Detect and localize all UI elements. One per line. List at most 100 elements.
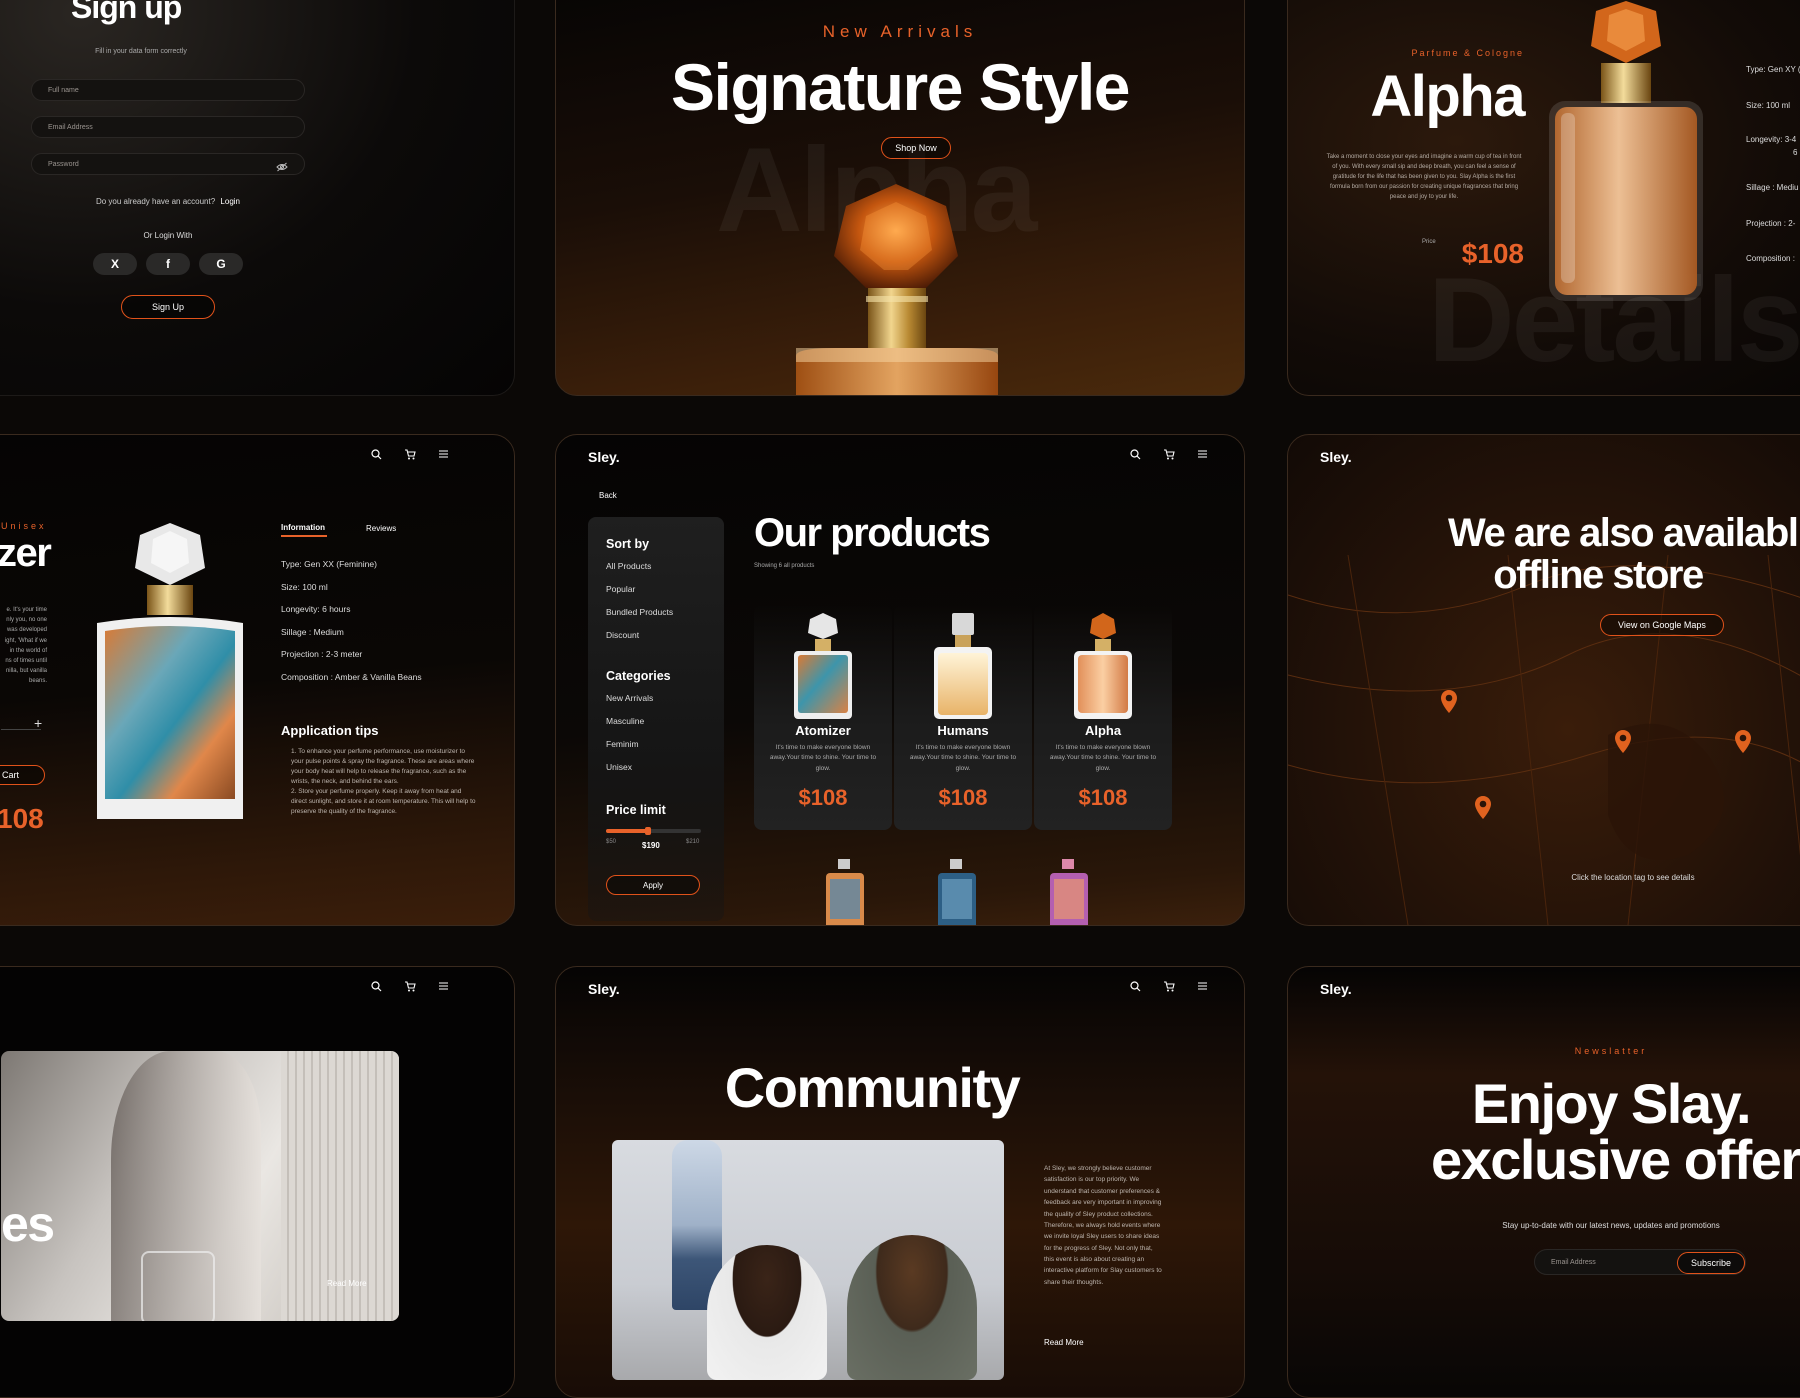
hero-title: Signature Style <box>671 50 1130 124</box>
desc-line: ight, 'What if we <box>4 637 47 644</box>
product-desc: It's time to make everyone blown away.Yo… <box>769 744 877 772</box>
tab-information[interactable]: Information <box>281 523 325 532</box>
info-projection: Projection : 2-3 meter <box>281 649 363 660</box>
facebook-login-button[interactable]: f <box>146 253 190 275</box>
product-price: $108 <box>1078 785 1128 810</box>
product-name: Humans <box>937 723 989 738</box>
menu-icon[interactable] <box>1197 449 1208 460</box>
detail-eyebrow: Unisex <box>1 521 47 531</box>
product-desc: It's time to make everyone blown away.Yo… <box>1049 744 1157 772</box>
spec-type: Type: Gen XY ( <box>1746 65 1800 74</box>
or-login-with: Or Login With <box>143 231 193 240</box>
category-unisex[interactable]: Unisex <box>606 762 653 772</box>
nav-icons <box>371 981 449 992</box>
read-more-link[interactable]: Read More <box>327 1279 367 1288</box>
product-card-atomizer[interactable]: Atomizer It's time to make everyone blow… <box>754 605 892 830</box>
brand-logo[interactable]: Sley. <box>1320 449 1352 465</box>
alpha-title: Alpha <box>1370 64 1525 129</box>
login-link[interactable]: Login <box>220 197 240 206</box>
spec-size: Size: 100 ml <box>1746 101 1791 110</box>
cart-icon[interactable] <box>404 449 416 460</box>
back-link[interactable]: Back <box>599 491 617 500</box>
category-masculine[interactable]: Masculine <box>606 716 653 726</box>
signup-card: Sign up Fill in your data form correctly… <box>0 0 515 396</box>
price-slider-handle[interactable] <box>644 827 651 835</box>
tab-reviews[interactable]: Reviews <box>366 524 396 533</box>
eye-off-icon[interactable] <box>276 159 288 177</box>
sort-bundled[interactable]: Bundled Products <box>606 607 673 617</box>
sort-all-products[interactable]: All Products <box>606 561 673 571</box>
offline-title-line2: offline store <box>1493 553 1704 597</box>
price-label: Price <box>1422 239 1436 245</box>
search-icon[interactable] <box>1130 449 1141 460</box>
category-feminim[interactable]: Feminim <box>606 739 653 749</box>
alpha-details-card: Details Parfume & Cologne Alpha Take a m… <box>1287 0 1800 396</box>
alpha-description: Take a moment to close your eyes and ima… <box>1326 154 1522 200</box>
product-detail-card: Unisex zer e. It's your time nly you, no… <box>0 434 515 926</box>
account-prompt-text: Do you already have an account? <box>95 197 216 206</box>
sort-popular[interactable]: Popular <box>606 584 673 594</box>
signup-button[interactable]: Sign Up <box>121 295 215 319</box>
apply-button[interactable]: Apply <box>606 875 700 895</box>
product-card-humans[interactable]: Humans It's time to make everyone blown … <box>894 605 1032 830</box>
add-to-cart-button[interactable]: Cart <box>0 765 45 785</box>
alpha-thumbnail <box>1074 613 1132 719</box>
location-pin-icon[interactable] <box>1474 795 1492 821</box>
x-login-button[interactable]: X <box>93 253 137 275</box>
filter-sidebar: Sort by All Products Popular Bundled Pro… <box>588 517 724 921</box>
search-icon[interactable] <box>1130 981 1141 992</box>
price-max: $210 <box>686 839 700 845</box>
brand-logo[interactable]: Sley. <box>1320 981 1352 997</box>
menu-icon[interactable] <box>438 449 449 460</box>
password-field[interactable]: Password <box>31 153 305 175</box>
brand-logo[interactable]: Sley. <box>588 981 620 997</box>
atomizer-thumbnail <box>794 613 852 719</box>
cart-icon[interactable] <box>404 981 416 992</box>
shop-now-button[interactable]: Shop Now <box>881 137 951 159</box>
search-icon[interactable] <box>371 449 382 460</box>
tips-title: Application tips <box>281 723 379 738</box>
fullname-field[interactable]: Full name <box>31 79 305 101</box>
facebook-icon: f <box>166 257 170 271</box>
spec-longevity-cont: 6 h <box>1793 148 1800 157</box>
menu-icon[interactable] <box>1197 981 1208 992</box>
location-pin-icon[interactable] <box>1614 729 1632 755</box>
sort-discount[interactable]: Discount <box>606 630 673 640</box>
search-icon[interactable] <box>371 981 382 992</box>
cart-icon[interactable] <box>1163 981 1175 992</box>
price-slider-track[interactable] <box>606 827 701 835</box>
community-read-more[interactable]: Read More <box>1044 1338 1084 1347</box>
google-login-button[interactable]: G <box>199 253 243 275</box>
info-type: Type: Gen XX (Feminine) <box>281 559 377 569</box>
photo-attendee <box>847 1235 977 1380</box>
more-products-thumbnails <box>826 859 1088 925</box>
category-new-arrivals[interactable]: New Arrivals <box>606 693 653 703</box>
detail-price: 108 <box>0 803 44 834</box>
spec-sillage: Sillage : Mediu <box>1746 183 1799 192</box>
price-limit-title: Price limit <box>606 803 666 817</box>
menu-icon[interactable] <box>438 981 449 992</box>
perfume-bottle-image <box>796 184 998 395</box>
alpha-bottle-image <box>1549 1 1703 301</box>
google-maps-button[interactable]: View on Google Maps <box>1600 614 1724 636</box>
brand-logo[interactable]: Sley. <box>588 449 620 465</box>
plus-icon[interactable]: + <box>34 715 42 731</box>
desc-line: ns of times until <box>5 657 47 664</box>
email-field[interactable]: Email Address <box>31 116 305 138</box>
location-pin-icon[interactable] <box>1440 689 1458 715</box>
info-sillage: Sillage : Medium <box>281 626 344 637</box>
cart-icon[interactable] <box>1163 449 1175 460</box>
spec-longevity: Longevity: 3-4 <box>1746 135 1797 144</box>
tips-list: 1. To enhance your perfume performance, … <box>291 747 476 817</box>
location-pin-icon[interactable] <box>1734 729 1752 755</box>
offline-store-card: Sley. We are also availabl offline store… <box>1287 434 1800 926</box>
desc-line: in the world of <box>9 647 47 654</box>
tab-underline <box>281 535 327 537</box>
product-desc: It's time to make everyone blown away.Yo… <box>909 744 1017 772</box>
product-card-alpha[interactable]: Alpha It's time to make everyone blown a… <box>1034 605 1172 830</box>
newsletter-subtitle: Stay up-to-date with our latest news, up… <box>1502 1221 1720 1230</box>
products-title: Our products <box>754 511 991 555</box>
alpha-price: $108 <box>1461 238 1524 269</box>
nav-icons <box>1130 981 1208 992</box>
subscribe-button[interactable]: Subscribe <box>1677 1252 1745 1274</box>
